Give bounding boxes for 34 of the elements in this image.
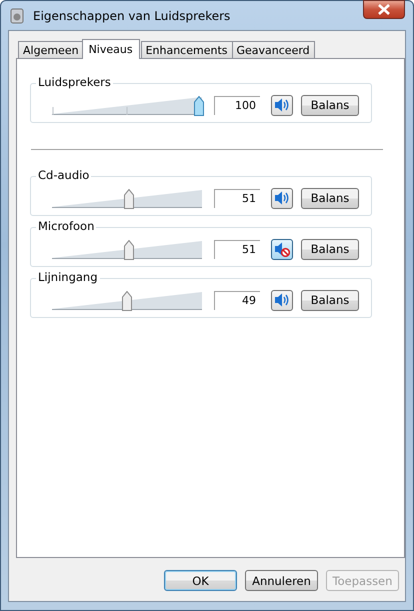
tab[interactable]: Niveaus xyxy=(82,39,140,59)
close-button[interactable] xyxy=(363,0,405,19)
group-label: Cd-audio xyxy=(36,168,92,182)
tab[interactable]: Enhancements xyxy=(140,41,232,58)
mute-button[interactable] xyxy=(271,94,293,116)
balance-button[interactable]: Balans xyxy=(301,290,359,310)
dialog-button[interactable]: OK xyxy=(164,570,237,591)
volume-slider[interactable] xyxy=(52,93,202,117)
slider-thumb[interactable] xyxy=(124,240,134,260)
volume-slider[interactable] xyxy=(52,186,202,210)
group-label: Lijningang xyxy=(36,270,100,284)
value-field[interactable]: 100 xyxy=(214,96,260,114)
value-field[interactable]: 51 xyxy=(214,188,260,208)
close-icon xyxy=(378,4,390,15)
group-label: Microfoon xyxy=(36,219,96,233)
tab[interactable]: Algemeen xyxy=(18,41,84,58)
balance-button[interactable]: Balans xyxy=(301,94,359,116)
volume-slider[interactable] xyxy=(52,288,202,312)
tab[interactable]: Geavanceerd xyxy=(232,41,315,58)
slider-thumb[interactable] xyxy=(124,189,134,209)
window-title: Eigenschappen van Luidsprekers xyxy=(33,8,232,22)
value-field[interactable]: 51 xyxy=(214,240,260,258)
mute-button[interactable] xyxy=(271,290,293,310)
value-field[interactable]: 49 xyxy=(214,290,260,310)
slider-thumb[interactable] xyxy=(122,291,132,311)
group-label: Luidsprekers xyxy=(36,75,113,89)
dialog-button[interactable]: Annuleren xyxy=(245,570,318,591)
mute-button[interactable] xyxy=(271,238,293,260)
slider-thumb[interactable] xyxy=(194,96,204,116)
balance-button[interactable]: Balans xyxy=(301,188,359,208)
mute-button[interactable] xyxy=(271,188,293,208)
speaker-icon xyxy=(9,8,25,24)
balance-button[interactable]: Balans xyxy=(301,238,359,260)
volume-slider[interactable] xyxy=(52,237,202,261)
